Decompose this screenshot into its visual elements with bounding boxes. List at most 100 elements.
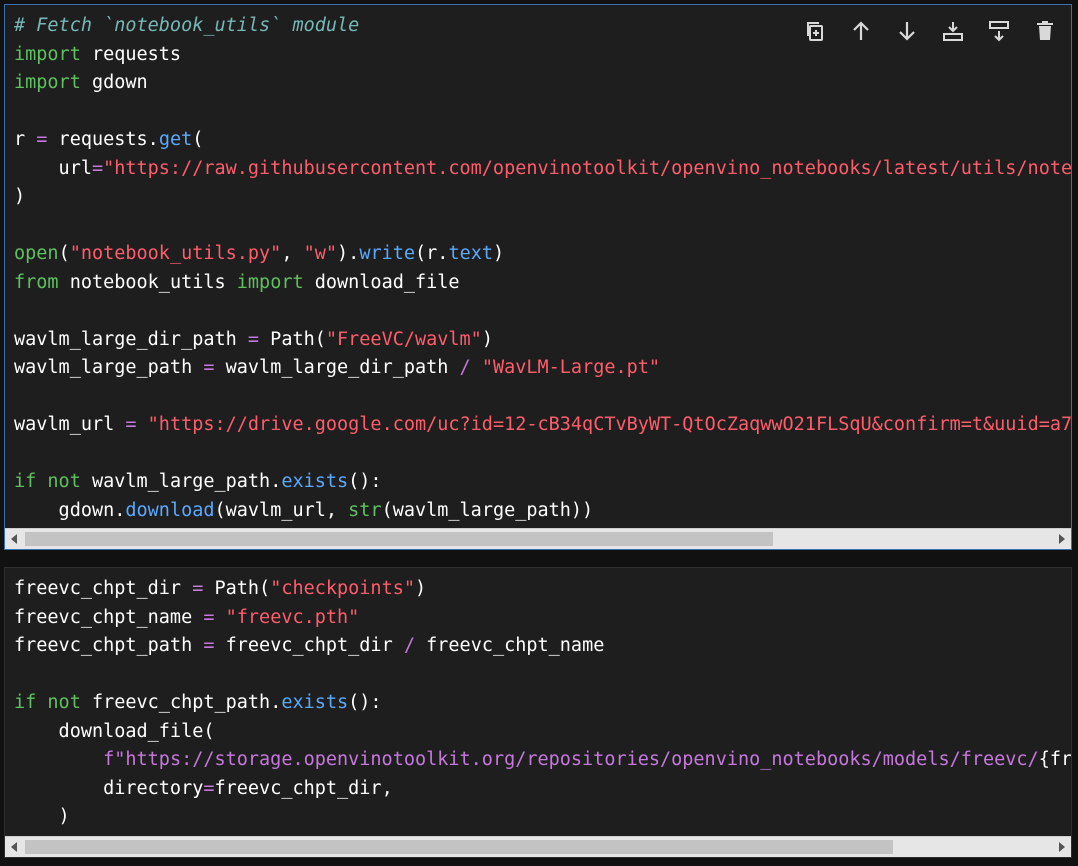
code-token: = (203, 635, 215, 656)
code-token: gdown (80, 72, 148, 93)
code-token: wavlm_large_path. (80, 471, 282, 492)
code-token: ) (14, 186, 26, 207)
code-line: wavlm_url = "https://drive.google.com/uc… (14, 411, 1072, 440)
code-token: str (348, 499, 382, 521)
duplicate-cell-button[interactable] (799, 15, 831, 47)
code-token: (): (348, 692, 382, 713)
move-up-button[interactable] (845, 15, 877, 47)
code-token: freevc_chpt_name (14, 606, 204, 628)
code-token: = (247, 328, 260, 350)
code-token: wavlm_url (14, 414, 126, 435)
code-token: open (14, 243, 59, 264)
code-token: url (14, 157, 92, 179)
cell-toolbar (799, 15, 1061, 47)
code-token: "https://drive.google.com/uc?id=12-cB34q… (147, 414, 1072, 435)
horizontal-scrollbar[interactable] (5, 528, 1071, 549)
code-cell-2[interactable]: freevc_chpt_dir = Path("checkpoints") fre… (4, 567, 1072, 858)
code-line: freevc_chpt_path = freevc_chpt_dir / fre… (14, 632, 1071, 661)
code-line: open("notebook_utils.py", "w").write(r.t… (14, 240, 1071, 269)
move-down-icon (899, 22, 915, 41)
insert-below-button[interactable] (983, 15, 1015, 47)
code-token: "https://raw.githubusercontent.com/openv… (103, 157, 1072, 179)
scroll-left-icon[interactable] (11, 842, 17, 852)
scrollbar-thumb[interactable] (25, 532, 773, 546)
code-token: write (359, 243, 416, 264)
code-token: import (14, 43, 81, 65)
code-line: r = requests.get( (14, 126, 1071, 155)
code-line: gdown.download(wavlm_url, str(wavlm_larg… (14, 497, 1071, 526)
code-editor-1[interactable]: # Fetch `notebook_utils` module import re… (14, 12, 1072, 526)
code-token: (): (348, 471, 382, 492)
code-token: if (14, 692, 37, 713)
code-token: ( (192, 129, 204, 150)
code-token: "w" (303, 243, 338, 264)
code-token: ) (493, 243, 505, 264)
code-token: = (125, 414, 137, 435)
code-token: get (158, 129, 193, 150)
code-token: (wavlm_url, (214, 499, 349, 521)
code-line: from notebook_utils import download_file (14, 269, 1071, 298)
code-line: freevc_chpt_name = "freevc.pth" (14, 604, 1071, 633)
code-token: download_file (303, 271, 460, 293)
insert-above-button[interactable] (937, 15, 969, 47)
code-line: url="https://raw.githubusercontent.com/o… (14, 155, 1072, 184)
code-token: "FreeVC/wavlm" (325, 328, 482, 350)
horizontal-scrollbar[interactable] (5, 836, 1071, 857)
move-down-button[interactable] (891, 15, 923, 47)
code-token: wavlm_large_path (14, 357, 204, 378)
code-token: f (103, 749, 115, 770)
code-token: download_file( (14, 720, 215, 742)
code-line: if not freevc_chpt_path.exists(): (14, 689, 1071, 718)
code-token: ) (14, 806, 70, 827)
code-token: import (14, 72, 81, 93)
scrollbar-thumb[interactable] (25, 840, 893, 854)
code-token: freevc_chpt_dir, (214, 777, 393, 799)
duplicate-icon (807, 22, 823, 41)
code-token: "freevc.pth" (225, 606, 360, 628)
delete-cell-button[interactable] (1029, 15, 1061, 47)
code-editor-2[interactable]: freevc_chpt_dir = Path("checkpoints") fre… (14, 575, 1072, 832)
code-token: "WavLM-Large.pt" (481, 357, 661, 378)
code-token: exists (281, 692, 349, 713)
scroll-left-icon[interactable] (11, 534, 17, 544)
code-token: {fr (1038, 749, 1072, 770)
code-token: "https://storage.openvinotoolkit.org/rep… (114, 749, 1039, 770)
code-token: freevc_chpt_name (415, 635, 605, 656)
code-token: freevc_chpt_dir (14, 578, 193, 599)
scroll-right-icon[interactable] (1059, 534, 1065, 544)
code-token: / (459, 357, 471, 378)
code-token: = (91, 157, 104, 179)
code-line: directory=freevc_chpt_dir, (14, 775, 1071, 804)
code-cell-1[interactable]: # Fetch `notebook_utils` module import re… (4, 4, 1072, 550)
code-token: ). (337, 243, 360, 264)
code-token: r (14, 129, 37, 150)
code-line: ) (14, 803, 1071, 832)
code-token: "checkpoints" (270, 578, 415, 599)
code-token: wavlm_large_dir_path (14, 328, 248, 350)
code-token: exists (281, 471, 349, 492)
insert-below-icon (989, 21, 1009, 42)
code-token: (wavlm_large_path)) (381, 499, 594, 521)
code-token: not (47, 692, 81, 713)
code-line: wavlm_large_dir_path = Path("FreeVC/wavl… (14, 326, 1071, 355)
code-line: wavlm_large_path = wavlm_large_dir_path … (14, 354, 1071, 383)
code-token: "notebook_utils.py" (69, 243, 282, 264)
code-token: if (14, 471, 37, 492)
code-line: ) (14, 183, 1071, 212)
code-token: requests (80, 43, 182, 65)
code-token: = (203, 777, 215, 799)
code-token: # Fetch `notebook_utils` module (14, 15, 360, 36)
scroll-right-icon[interactable] (1059, 842, 1065, 852)
code-token: notebook_utils (58, 271, 237, 293)
